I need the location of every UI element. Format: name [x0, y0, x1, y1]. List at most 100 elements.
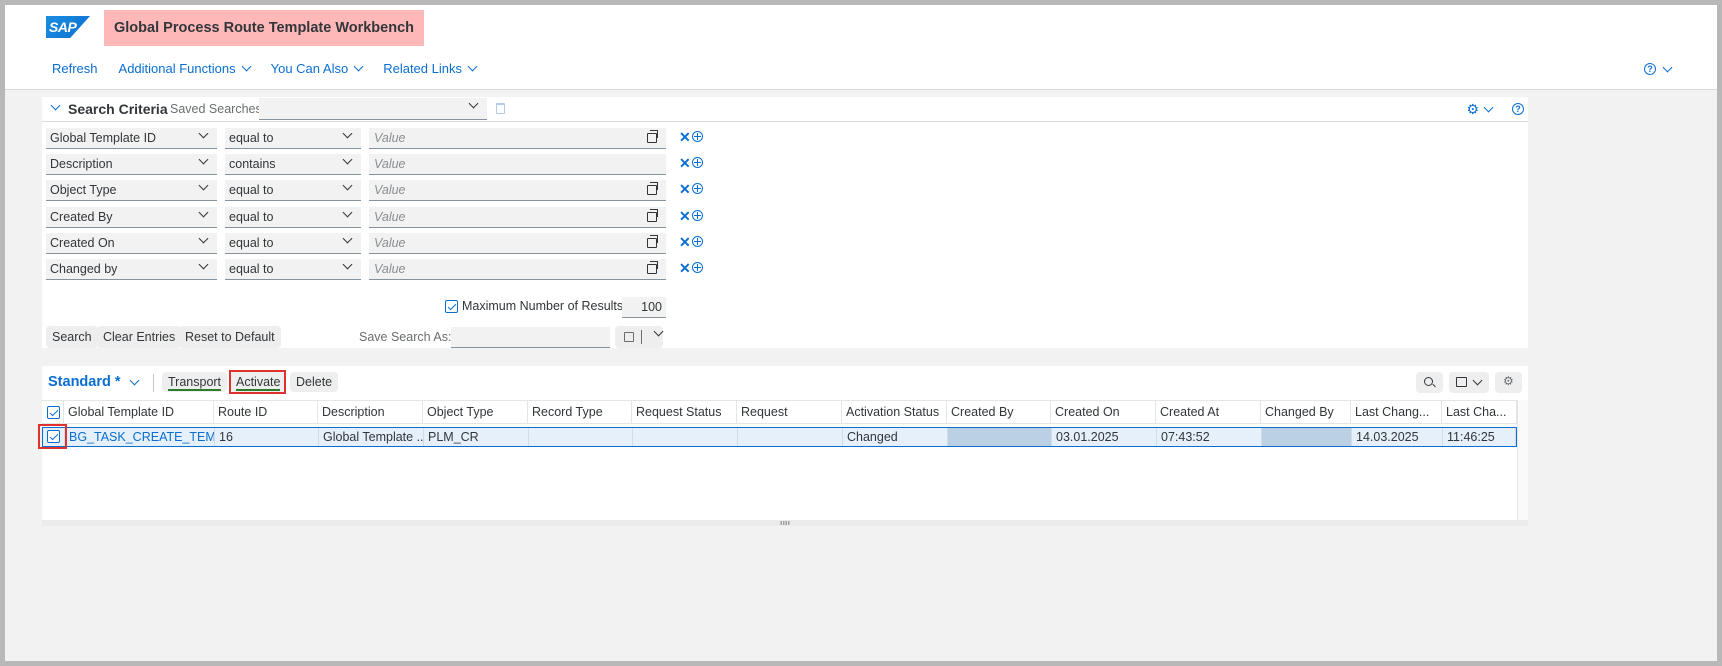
table-search-button[interactable]	[1416, 372, 1443, 393]
column-header[interactable]: Created On	[1051, 401, 1156, 423]
export-menu-button[interactable]	[1449, 372, 1489, 393]
max-results-input[interactable]: 100	[622, 297, 666, 318]
criteria-field-select[interactable]: Changed by	[46, 259, 217, 280]
column-header[interactable]: Created By	[947, 401, 1051, 423]
criteria-operator-select[interactable]: equal to	[225, 207, 361, 228]
column-header[interactable]: Request Status	[632, 401, 737, 423]
remove-criteria-icon[interactable]: ✕	[679, 208, 691, 225]
chevron-down-icon	[342, 154, 353, 165]
chevron-down-icon	[129, 375, 139, 385]
search-settings-button[interactable]: ⚙	[1466, 101, 1494, 118]
search-button[interactable]: Search	[46, 326, 98, 348]
add-criteria-icon[interactable]	[692, 131, 703, 142]
column-header[interactable]: Last Chang...	[1351, 401, 1442, 423]
criteria-operator-select[interactable]: equal to	[225, 259, 361, 280]
add-criteria-icon[interactable]	[692, 157, 703, 168]
search-icon	[1424, 377, 1433, 386]
request-cell	[738, 428, 843, 446]
criteria-value-placeholder: Value	[374, 131, 406, 145]
transport-button[interactable]: Transport	[162, 372, 228, 392]
export-icon	[1456, 377, 1467, 387]
vertical-scrollbar[interactable]	[1517, 400, 1528, 520]
related-links-menu[interactable]: Related Links	[383, 61, 478, 76]
column-header[interactable]: Last Cha...	[1442, 401, 1517, 423]
select-all-checkbox[interactable]	[47, 406, 60, 419]
collapse-chevron-icon[interactable]	[50, 100, 61, 111]
select-all-cell	[42, 401, 64, 423]
sap-logo[interactable]: SAP	[46, 16, 90, 38]
variant-label: Standard *	[48, 374, 121, 390]
remove-criteria-icon[interactable]: ✕	[679, 129, 691, 146]
global-template-id-link[interactable]: BG_TASK_CREATE_TEMPL	[65, 428, 215, 446]
criteria-value-input[interactable]: Value	[369, 233, 666, 254]
column-header[interactable]: Global Template ID	[64, 401, 214, 423]
saved-searches-select[interactable]	[259, 98, 487, 120]
criteria-value-placeholder: Value	[374, 262, 406, 276]
criteria-field-select[interactable]: Object Type	[46, 180, 217, 201]
help-menu-button[interactable]: ?	[1644, 62, 1673, 75]
criteria-value-input[interactable]: Value	[369, 154, 666, 175]
column-header[interactable]: Route ID	[214, 401, 318, 423]
criteria-operator-select[interactable]: equal to	[225, 128, 361, 149]
add-criteria-icon[interactable]	[692, 210, 703, 221]
criteria-value-input[interactable]: Value	[369, 259, 666, 280]
value-help-icon[interactable]	[647, 182, 658, 195]
clear-entries-button[interactable]: Clear Entries	[97, 326, 182, 348]
chevron-down-icon	[353, 61, 364, 72]
criteria-operator-select[interactable]: contains	[225, 154, 361, 175]
save-search-as-input[interactable]	[451, 327, 610, 348]
activate-highlight	[229, 370, 286, 394]
max-results-checkbox[interactable]	[445, 299, 458, 313]
resize-grip-icon[interactable]	[780, 521, 790, 525]
chevron-down-icon	[1662, 62, 1673, 72]
column-header[interactable]: Request	[737, 401, 842, 423]
delete-saved-search-icon[interactable]	[496, 103, 505, 114]
save-search-split-button[interactable]	[615, 326, 664, 348]
column-header[interactable]: Record Type	[528, 401, 632, 423]
add-criteria-icon[interactable]	[692, 236, 703, 247]
remove-criteria-icon[interactable]: ✕	[679, 234, 691, 251]
additional-functions-label: Additional Functions	[118, 61, 236, 76]
add-criteria-icon[interactable]	[692, 262, 703, 273]
chevron-down-icon	[342, 180, 353, 191]
additional-functions-menu[interactable]: Additional Functions	[118, 61, 252, 76]
chevron-down-icon	[198, 207, 209, 218]
column-header[interactable]: Description	[318, 401, 423, 423]
save-disk-icon	[624, 332, 634, 342]
max-results-option: Maximum Number of Results:	[445, 299, 627, 313]
you-can-also-menu[interactable]: You Can Also	[271, 61, 364, 76]
question-circle-icon[interactable]: ?	[1512, 103, 1524, 115]
refresh-link[interactable]: Refresh	[52, 61, 98, 76]
remove-criteria-icon[interactable]: ✕	[679, 155, 691, 172]
criteria-field-select[interactable]: Description	[46, 154, 217, 175]
table-settings-button[interactable]: ⚙	[1495, 372, 1522, 393]
column-header[interactable]: Activation Status	[842, 401, 947, 423]
value-help-icon[interactable]	[647, 235, 658, 248]
column-header[interactable]: Created At	[1156, 401, 1261, 423]
table-row[interactable]: BG_TASK_CREATE_TEMPL 16 Global Template …	[42, 427, 1517, 447]
value-help-icon[interactable]	[647, 209, 658, 222]
record-type-cell	[529, 428, 633, 446]
criteria-operator-select[interactable]: equal to	[225, 180, 361, 201]
criteria-value-input[interactable]: Value	[369, 180, 666, 201]
app-title: Global Process Route Template Workbench	[104, 10, 425, 46]
column-header[interactable]: Object Type	[423, 401, 528, 423]
table-resize-bar[interactable]	[42, 520, 1528, 526]
value-help-icon[interactable]	[647, 130, 658, 143]
value-help-icon[interactable]	[647, 261, 658, 274]
criteria-value-input[interactable]: Value	[369, 207, 666, 228]
criteria-operator-select[interactable]: equal to	[225, 233, 361, 254]
criteria-operator-label: equal to	[229, 236, 274, 250]
related-links-label: Related Links	[383, 61, 462, 76]
criteria-field-select[interactable]: Created By	[46, 207, 217, 228]
criteria-field-select[interactable]: Global Template ID	[46, 128, 217, 149]
variant-selector[interactable]: Standard *	[48, 374, 139, 390]
criteria-field-select[interactable]: Created On	[46, 233, 217, 254]
criteria-value-input[interactable]: Value	[369, 128, 666, 149]
reset-to-default-button[interactable]: Reset to Default	[179, 326, 281, 348]
delete-button[interactable]: Delete	[290, 372, 339, 392]
add-criteria-icon[interactable]	[692, 183, 703, 194]
remove-criteria-icon[interactable]: ✕	[679, 260, 691, 277]
remove-criteria-icon[interactable]: ✕	[679, 181, 691, 198]
column-header[interactable]: Changed By	[1261, 401, 1351, 423]
